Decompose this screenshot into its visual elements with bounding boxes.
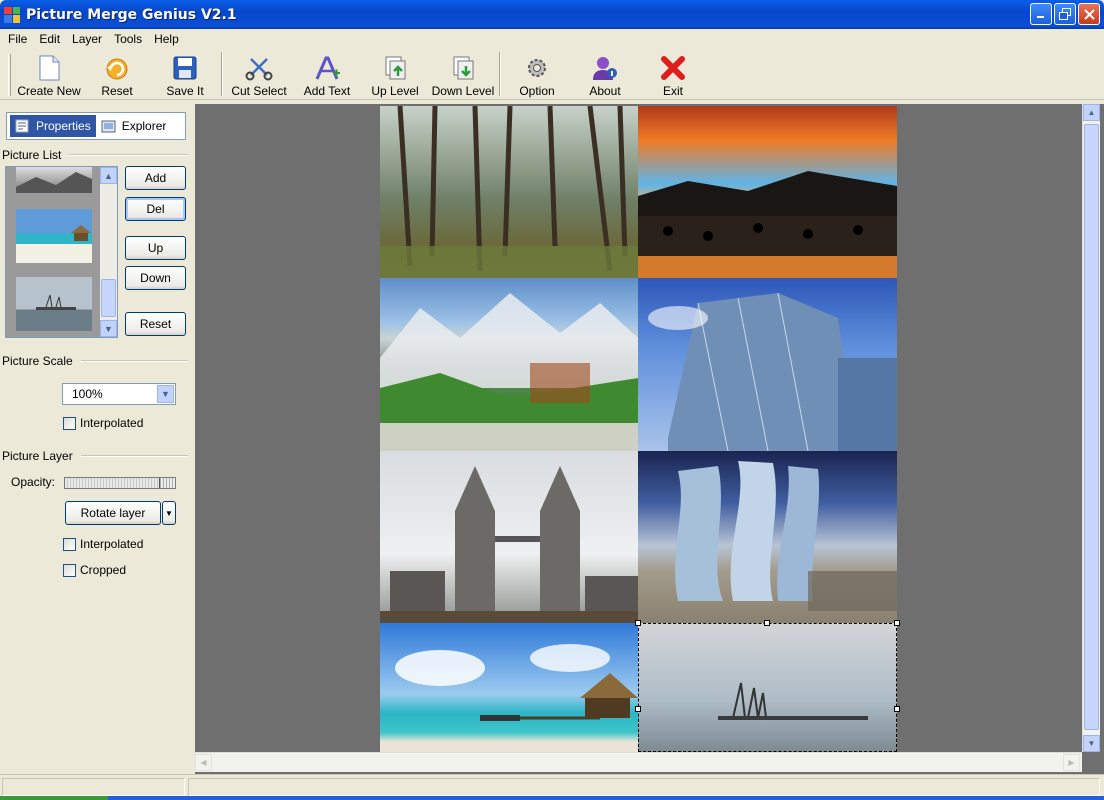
resize-handle[interactable] <box>635 706 641 712</box>
opacity-slider-handle[interactable] <box>159 478 175 488</box>
scale-value: 100% <box>72 387 103 401</box>
list-item-harbor[interactable] <box>16 277 92 331</box>
close-button[interactable] <box>1078 3 1100 25</box>
scroll-left-icon[interactable]: ◀ <box>195 754 212 771</box>
app-icon <box>4 6 20 23</box>
properties-icon <box>15 119 29 133</box>
add-button[interactable]: Add <box>125 166 186 190</box>
minimize-button[interactable] <box>1030 3 1052 25</box>
list-item-partial[interactable] <box>16 167 92 193</box>
twin-towers-image[interactable] <box>380 451 638 623</box>
menu-file[interactable]: File <box>2 32 33 46</box>
canvas-horizontal-scrollbar[interactable]: ◀ ▶ <box>195 752 1082 772</box>
futuristic-towers-image[interactable] <box>638 451 897 623</box>
scroll-up-icon[interactable]: ▲ <box>1083 104 1100 121</box>
reset-list-button[interactable]: Reset <box>125 312 186 336</box>
exit-x-icon <box>659 54 687 81</box>
picture-layer-section: Picture Layer <box>2 449 188 463</box>
about-button[interactable]: About <box>571 50 639 98</box>
up-level-icon <box>381 54 409 81</box>
about-user-icon <box>591 54 619 81</box>
scroll-thumb[interactable] <box>1084 124 1099 730</box>
create-new-button[interactable]: Create New <box>15 50 83 98</box>
resize-handle[interactable] <box>894 706 900 712</box>
minimize-icon <box>1037 16 1044 18</box>
rotate-layer-button[interactable]: Rotate layer <box>65 501 161 525</box>
layer-interpolated-checkbox[interactable]: Interpolated <box>63 537 143 551</box>
menu-edit[interactable]: Edit <box>33 32 66 46</box>
picture-list-scrollbar[interactable]: ▲ ▼ <box>100 167 117 337</box>
picture-list[interactable]: ▲ ▼ <box>5 166 118 338</box>
menu-tools[interactable]: Tools <box>108 32 148 46</box>
restore-icon <box>1059 8 1071 20</box>
rotate-dropdown-button[interactable]: ▼ <box>162 501 176 525</box>
reset-button[interactable]: Reset <box>83 50 151 98</box>
down-button[interactable]: Down <box>125 266 186 290</box>
menu-bar: File Edit Layer Tools Help <box>0 29 1104 49</box>
explorer-icon <box>101 120 116 133</box>
exit-button[interactable]: Exit <box>639 50 707 98</box>
scroll-down-icon[interactable]: ▼ <box>100 320 117 337</box>
menu-help[interactable]: Help <box>148 32 185 46</box>
resize-handle[interactable] <box>635 620 641 626</box>
resize-handle[interactable] <box>894 620 900 626</box>
window-title: Picture Merge Genius V2.1 <box>26 6 237 23</box>
chevron-down-icon[interactable]: ▼ <box>157 385 174 403</box>
scale-select[interactable]: 100% ▼ <box>62 383 176 405</box>
toolbar-grip[interactable] <box>8 54 11 96</box>
new-document-icon <box>35 54 63 81</box>
picture-list-heading: Picture List <box>2 148 62 162</box>
scroll-down-icon[interactable]: ▼ <box>1083 735 1100 752</box>
properties-panel: Properties Explorer Picture List ▲ ▼ Add… <box>0 102 193 774</box>
opacity-slider[interactable] <box>64 477 176 489</box>
down-level-icon <box>449 54 477 81</box>
down-level-button[interactable]: Down Level <box>429 50 497 98</box>
skyscraper-image[interactable] <box>638 278 897 451</box>
reset-icon <box>103 54 131 81</box>
save-floppy-icon <box>171 54 199 81</box>
scale-interpolated-checkbox[interactable]: Interpolated <box>63 416 143 430</box>
chevron-down-icon: ▼ <box>165 508 173 518</box>
up-level-button[interactable]: Up Level <box>361 50 429 98</box>
forest-image[interactable] <box>380 106 638 278</box>
opacity-label: Opacity: <box>11 475 56 489</box>
text-a-icon <box>313 54 341 81</box>
mountains-image[interactable] <box>380 278 638 451</box>
taskbar-strip <box>0 796 1104 800</box>
list-item-beach[interactable] <box>16 209 92 263</box>
save-it-button[interactable]: Save It <box>151 50 219 98</box>
title-bar: Picture Merge Genius V2.1 <box>0 0 1104 29</box>
scroll-up-icon[interactable]: ▲ <box>100 167 117 184</box>
menu-layer[interactable]: Layer <box>66 32 108 46</box>
selection-marquee[interactable] <box>638 623 897 752</box>
toolbar: Create New Reset Save It Cut Select Add … <box>0 50 1104 100</box>
picture-list-section: Picture List <box>2 148 188 162</box>
status-bar <box>0 774 1104 798</box>
scissors-icon <box>245 54 273 81</box>
resize-handle[interactable] <box>764 620 770 626</box>
gear-icon <box>523 54 551 81</box>
up-button[interactable]: Up <box>125 236 186 260</box>
tropical-beach-image[interactable] <box>380 623 638 752</box>
scroll-thumb[interactable] <box>101 279 116 317</box>
panel-tabs: Properties Explorer <box>6 112 186 140</box>
canvas-vertical-scrollbar[interactable]: ▲ ▼ <box>1082 104 1100 752</box>
picture-scale-section: Picture Scale <box>2 354 188 368</box>
option-button[interactable]: Option <box>503 50 571 98</box>
scroll-right-icon[interactable]: ▶ <box>1063 754 1080 771</box>
cut-select-button[interactable]: Cut Select <box>225 50 293 98</box>
sunset-lake-image[interactable] <box>638 106 897 278</box>
del-button[interactable]: Del <box>125 197 186 221</box>
tab-explorer[interactable]: Explorer <box>96 115 172 137</box>
picture-layer-heading: Picture Layer <box>2 449 73 463</box>
add-text-button[interactable]: Add Text <box>293 50 361 98</box>
tab-properties[interactable]: Properties <box>10 115 96 137</box>
close-icon <box>1083 8 1095 20</box>
maximize-button[interactable] <box>1054 3 1076 25</box>
cropped-checkbox[interactable]: Cropped <box>63 563 126 577</box>
picture-scale-heading: Picture Scale <box>2 354 73 368</box>
